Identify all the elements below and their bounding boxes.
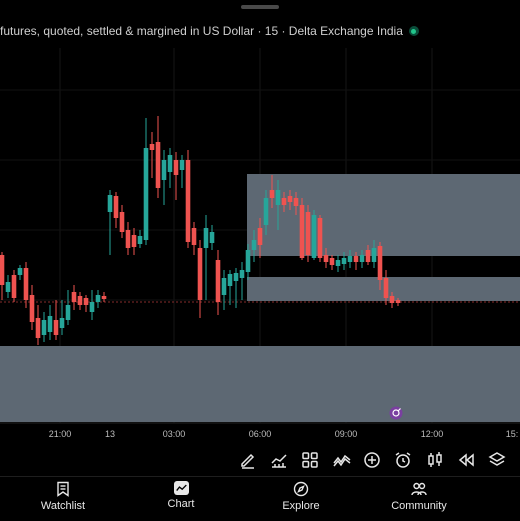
candle <box>317 215 323 262</box>
candle <box>17 265 23 280</box>
candle <box>0 252 5 300</box>
candle <box>35 305 41 345</box>
candle <box>209 225 215 250</box>
candle <box>305 205 311 262</box>
candle <box>131 228 137 255</box>
candle <box>149 132 155 178</box>
candle <box>311 210 317 260</box>
pencil-icon[interactable] <box>238 450 258 470</box>
candle <box>329 255 335 270</box>
chart-icon <box>173 481 189 495</box>
indicators-icon[interactable] <box>332 450 352 470</box>
candle <box>77 292 83 310</box>
nav-explore[interactable]: Explore <box>256 481 346 512</box>
demand-zone-upper <box>247 277 520 301</box>
candle <box>335 255 341 272</box>
candle <box>23 262 29 308</box>
layers-icon[interactable] <box>487 450 507 470</box>
candle <box>83 295 89 312</box>
candle <box>89 290 95 320</box>
candle <box>125 222 131 255</box>
time-axis: 21:00 13 03:00 06:00 09:00 12:00 15: <box>49 429 519 439</box>
candle <box>107 190 113 255</box>
bookmark-icon <box>57 481 69 497</box>
candle <box>65 290 71 325</box>
nav-explore-label: Explore <box>282 500 320 512</box>
candle <box>299 198 305 260</box>
grid-icon[interactable] <box>300 450 320 470</box>
bottom-navigation: Watchlist Chart Explore Community <box>0 476 520 521</box>
candles-icon[interactable] <box>425 450 445 470</box>
candle <box>11 270 17 302</box>
time-axis-label: 09:00 <box>335 429 358 439</box>
time-axis-label: 03:00 <box>163 429 186 439</box>
rewind-icon[interactable] <box>456 450 476 470</box>
nav-chart-label: Chart <box>167 498 195 510</box>
candle <box>137 230 143 248</box>
candle <box>215 250 221 315</box>
candle <box>239 262 245 300</box>
alarm-icon[interactable] <box>393 450 413 470</box>
nav-chart[interactable]: Chart <box>136 481 226 510</box>
nav-community[interactable]: Community <box>374 481 464 512</box>
trend-chart-icon[interactable] <box>269 450 289 470</box>
candle <box>197 240 203 318</box>
candle <box>203 215 209 300</box>
candle <box>47 305 53 340</box>
candle <box>221 270 227 310</box>
price-chart[interactable]: 21:00 13 03:00 06:00 09:00 12:00 15: <box>0 0 520 444</box>
demand-zone-lower <box>0 346 520 422</box>
time-axis-label: 06:00 <box>249 429 272 439</box>
candle <box>95 290 101 308</box>
candle <box>113 192 119 228</box>
supply-zone <box>247 174 520 256</box>
candle <box>53 300 59 340</box>
nav-watchlist[interactable]: Watchlist <box>18 481 108 512</box>
compass-icon <box>293 481 309 497</box>
people-icon <box>411 482 427 496</box>
nav-community-label: Community <box>391 500 447 512</box>
time-axis-label: 15: <box>506 429 519 439</box>
candle <box>191 222 197 255</box>
candle <box>29 285 35 330</box>
candle <box>161 150 167 205</box>
drawing-toolbar <box>0 444 520 476</box>
nav-watchlist-label: Watchlist <box>40 500 86 512</box>
candle <box>167 148 173 188</box>
candle <box>185 150 191 248</box>
candle <box>5 275 11 298</box>
time-axis-label: 13 <box>105 429 115 439</box>
candle <box>155 116 161 198</box>
candle <box>41 312 47 342</box>
plus-circle-icon[interactable] <box>362 450 382 470</box>
candle <box>143 118 149 245</box>
time-axis-label: 12:00 <box>421 429 444 439</box>
time-axis-label: 21:00 <box>49 429 72 439</box>
candle <box>71 285 77 310</box>
event-marker-icon[interactable] <box>389 406 403 420</box>
candle <box>119 205 125 238</box>
